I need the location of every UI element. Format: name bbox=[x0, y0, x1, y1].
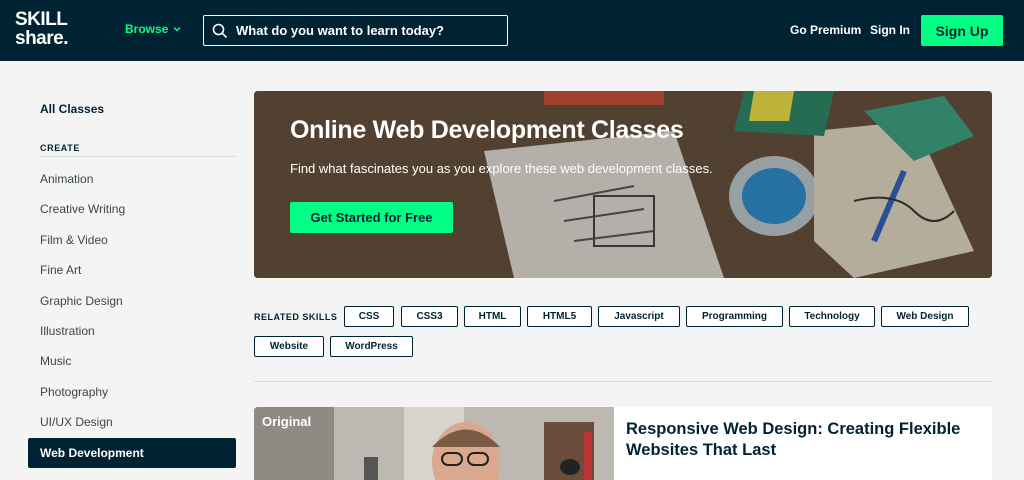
sidebar-item-animation[interactable]: Animation bbox=[28, 164, 236, 194]
logo-line-1: SKILL bbox=[15, 9, 68, 30]
skill-chip-css[interactable]: CSS bbox=[344, 306, 394, 327]
class-thumbnail[interactable]: Original bbox=[254, 407, 614, 480]
skill-chip-website[interactable]: Website bbox=[254, 336, 324, 357]
top-nav: SKILL share. Browse Go Premium Sign In S… bbox=[0, 0, 1024, 61]
sidebar-section-title: CREATE bbox=[40, 143, 80, 153]
sidebar-item-film-video[interactable]: Film & Video bbox=[28, 225, 236, 255]
sidebar-item-photography[interactable]: Photography bbox=[28, 377, 236, 407]
skill-chip-technology[interactable]: Technology bbox=[789, 306, 875, 327]
class-card[interactable]: Original Responsive Web Design: Creating… bbox=[254, 407, 992, 480]
search-box[interactable] bbox=[203, 15, 508, 46]
class-title[interactable]: Responsive Web Design: Creating Flexible… bbox=[626, 419, 976, 461]
sidebar-item-web-development[interactable]: Web Development bbox=[28, 438, 236, 468]
skill-chip-javascript[interactable]: Javascript bbox=[598, 306, 680, 327]
hero-title: Online Web Development Classes bbox=[290, 116, 684, 144]
browse-menu[interactable]: Browse bbox=[125, 22, 182, 36]
logo-line-2: share. bbox=[15, 28, 68, 49]
skill-chip-web-design[interactable]: Web Design bbox=[881, 306, 969, 327]
sign-in-link[interactable]: Sign In bbox=[870, 23, 910, 37]
sign-up-button[interactable]: Sign Up bbox=[921, 15, 1003, 46]
hero-subtitle: Find what fascinates you as you explore … bbox=[290, 161, 713, 176]
skill-chip-programming[interactable]: Programming bbox=[686, 306, 783, 327]
search-input[interactable] bbox=[236, 23, 506, 38]
search-icon bbox=[212, 23, 228, 38]
sidebar-item-ui-ux-design[interactable]: UI/UX Design bbox=[28, 407, 236, 437]
sidebar-divider bbox=[40, 156, 236, 157]
hero-banner: Online Web Development Classes Find what… bbox=[254, 91, 992, 278]
browse-label: Browse bbox=[125, 22, 169, 36]
skill-chip-html[interactable]: HTML bbox=[464, 306, 521, 327]
skillshare-logo[interactable]: SKILL share. bbox=[15, 10, 68, 48]
original-badge: Original bbox=[262, 414, 312, 429]
skill-chip-wordpress[interactable]: WordPress bbox=[330, 336, 413, 357]
sidebar-item-illustration[interactable]: Illustration bbox=[28, 316, 236, 346]
sidebar-item-creative-writing[interactable]: Creative Writing bbox=[28, 194, 236, 224]
all-classes-link[interactable]: All Classes bbox=[40, 102, 104, 116]
skill-chip-html5[interactable]: HTML5 bbox=[527, 306, 592, 327]
sidebar-item-graphic-design[interactable]: Graphic Design bbox=[28, 286, 236, 316]
related-skills-label: RELATED SKILLS bbox=[254, 312, 338, 322]
chevron-down-icon bbox=[173, 27, 181, 32]
sidebar-item-music[interactable]: Music bbox=[28, 346, 236, 376]
sidebar-item-fine-art[interactable]: Fine Art bbox=[28, 255, 236, 285]
get-started-button[interactable]: Get Started for Free bbox=[290, 202, 453, 233]
skill-chip-css3[interactable]: CSS3 bbox=[401, 306, 458, 327]
go-premium-link[interactable]: Go Premium bbox=[790, 23, 861, 37]
section-divider bbox=[254, 381, 992, 382]
